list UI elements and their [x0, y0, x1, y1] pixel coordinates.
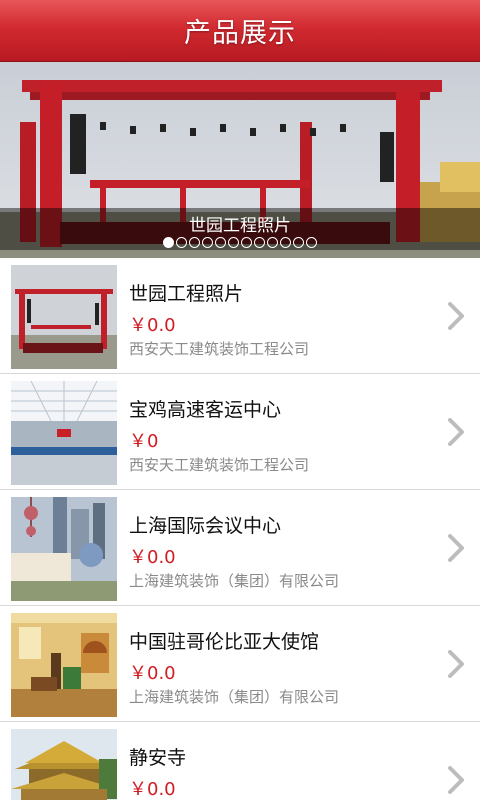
carousel-dot[interactable]: [189, 237, 200, 248]
product-item[interactable]: 世园工程照片 ￥0.0 西安天工建筑装饰工程公司: [0, 258, 480, 374]
carousel-dot[interactable]: [267, 237, 278, 248]
chevron-right-icon: [448, 418, 464, 446]
chevron-right-icon: [448, 534, 464, 562]
product-price: ￥0.0: [129, 315, 176, 336]
product-price: ￥0.0: [129, 779, 176, 800]
product-company: 上海建筑装饰（集团）有限公司: [129, 572, 340, 590]
stage-photo-thumbnail: [11, 265, 117, 369]
page-title: 产品展示: [184, 18, 296, 49]
banner-carousel[interactable]: 世园工程照片: [0, 62, 480, 258]
product-name: 静安寺: [129, 747, 187, 769]
carousel-dot[interactable]: [306, 237, 317, 248]
product-name: 上海国际会议中心: [129, 515, 282, 537]
chevron-right-icon: [448, 302, 464, 330]
carousel-dot[interactable]: [293, 237, 304, 248]
chevron-right-icon: [448, 650, 464, 678]
hall-photo-thumbnail: [11, 381, 117, 485]
title-bar: 产品展示: [0, 0, 480, 62]
product-name: 中国驻哥伦比亚大使馆: [129, 631, 320, 653]
product-item[interactable]: 上海国际会议中心 ￥0.0 上海建筑装饰（集团）有限公司: [0, 490, 480, 606]
carousel-dot[interactable]: [163, 237, 174, 248]
carousel-indicator: [0, 237, 480, 248]
chevron-right-icon: [448, 766, 464, 794]
carousel-dot[interactable]: [228, 237, 239, 248]
carousel-dot[interactable]: [176, 237, 187, 248]
product-company: 西安天工建筑装饰工程公司: [129, 340, 310, 358]
carousel-dot[interactable]: [241, 237, 252, 248]
carousel-dot[interactable]: [202, 237, 213, 248]
carousel-dot[interactable]: [215, 237, 226, 248]
product-price: ￥0.0: [129, 547, 176, 568]
carousel-dot[interactable]: [280, 237, 291, 248]
product-list: 世园工程照片 ￥0.0 西安天工建筑装饰工程公司 宝鸡高速客运中心 ￥0 西安天…: [0, 258, 480, 800]
product-name: 宝鸡高速客运中心: [129, 399, 282, 421]
product-item[interactable]: 中国驻哥伦比亚大使馆 ￥0.0 上海建筑装饰（集团）有限公司: [0, 606, 480, 722]
product-item[interactable]: 宝鸡高速客运中心 ￥0 西安天工建筑装饰工程公司: [0, 374, 480, 490]
temple-photo-thumbnail: [11, 729, 117, 800]
product-company: 上海建筑装饰（集团）有限公司: [129, 688, 340, 706]
interior-photo-thumbnail: [11, 613, 117, 717]
product-company: 西安天工建筑装饰工程公司: [129, 456, 310, 474]
product-item[interactable]: 静安寺 ￥0.0: [0, 722, 480, 800]
banner-caption: 世园工程照片: [189, 215, 291, 236]
product-name: 世园工程照片: [129, 283, 244, 305]
carousel-dot[interactable]: [254, 237, 265, 248]
product-price: ￥0.0: [129, 663, 176, 684]
product-price: ￥0: [129, 431, 159, 452]
skyline-photo-thumbnail: [11, 497, 117, 601]
